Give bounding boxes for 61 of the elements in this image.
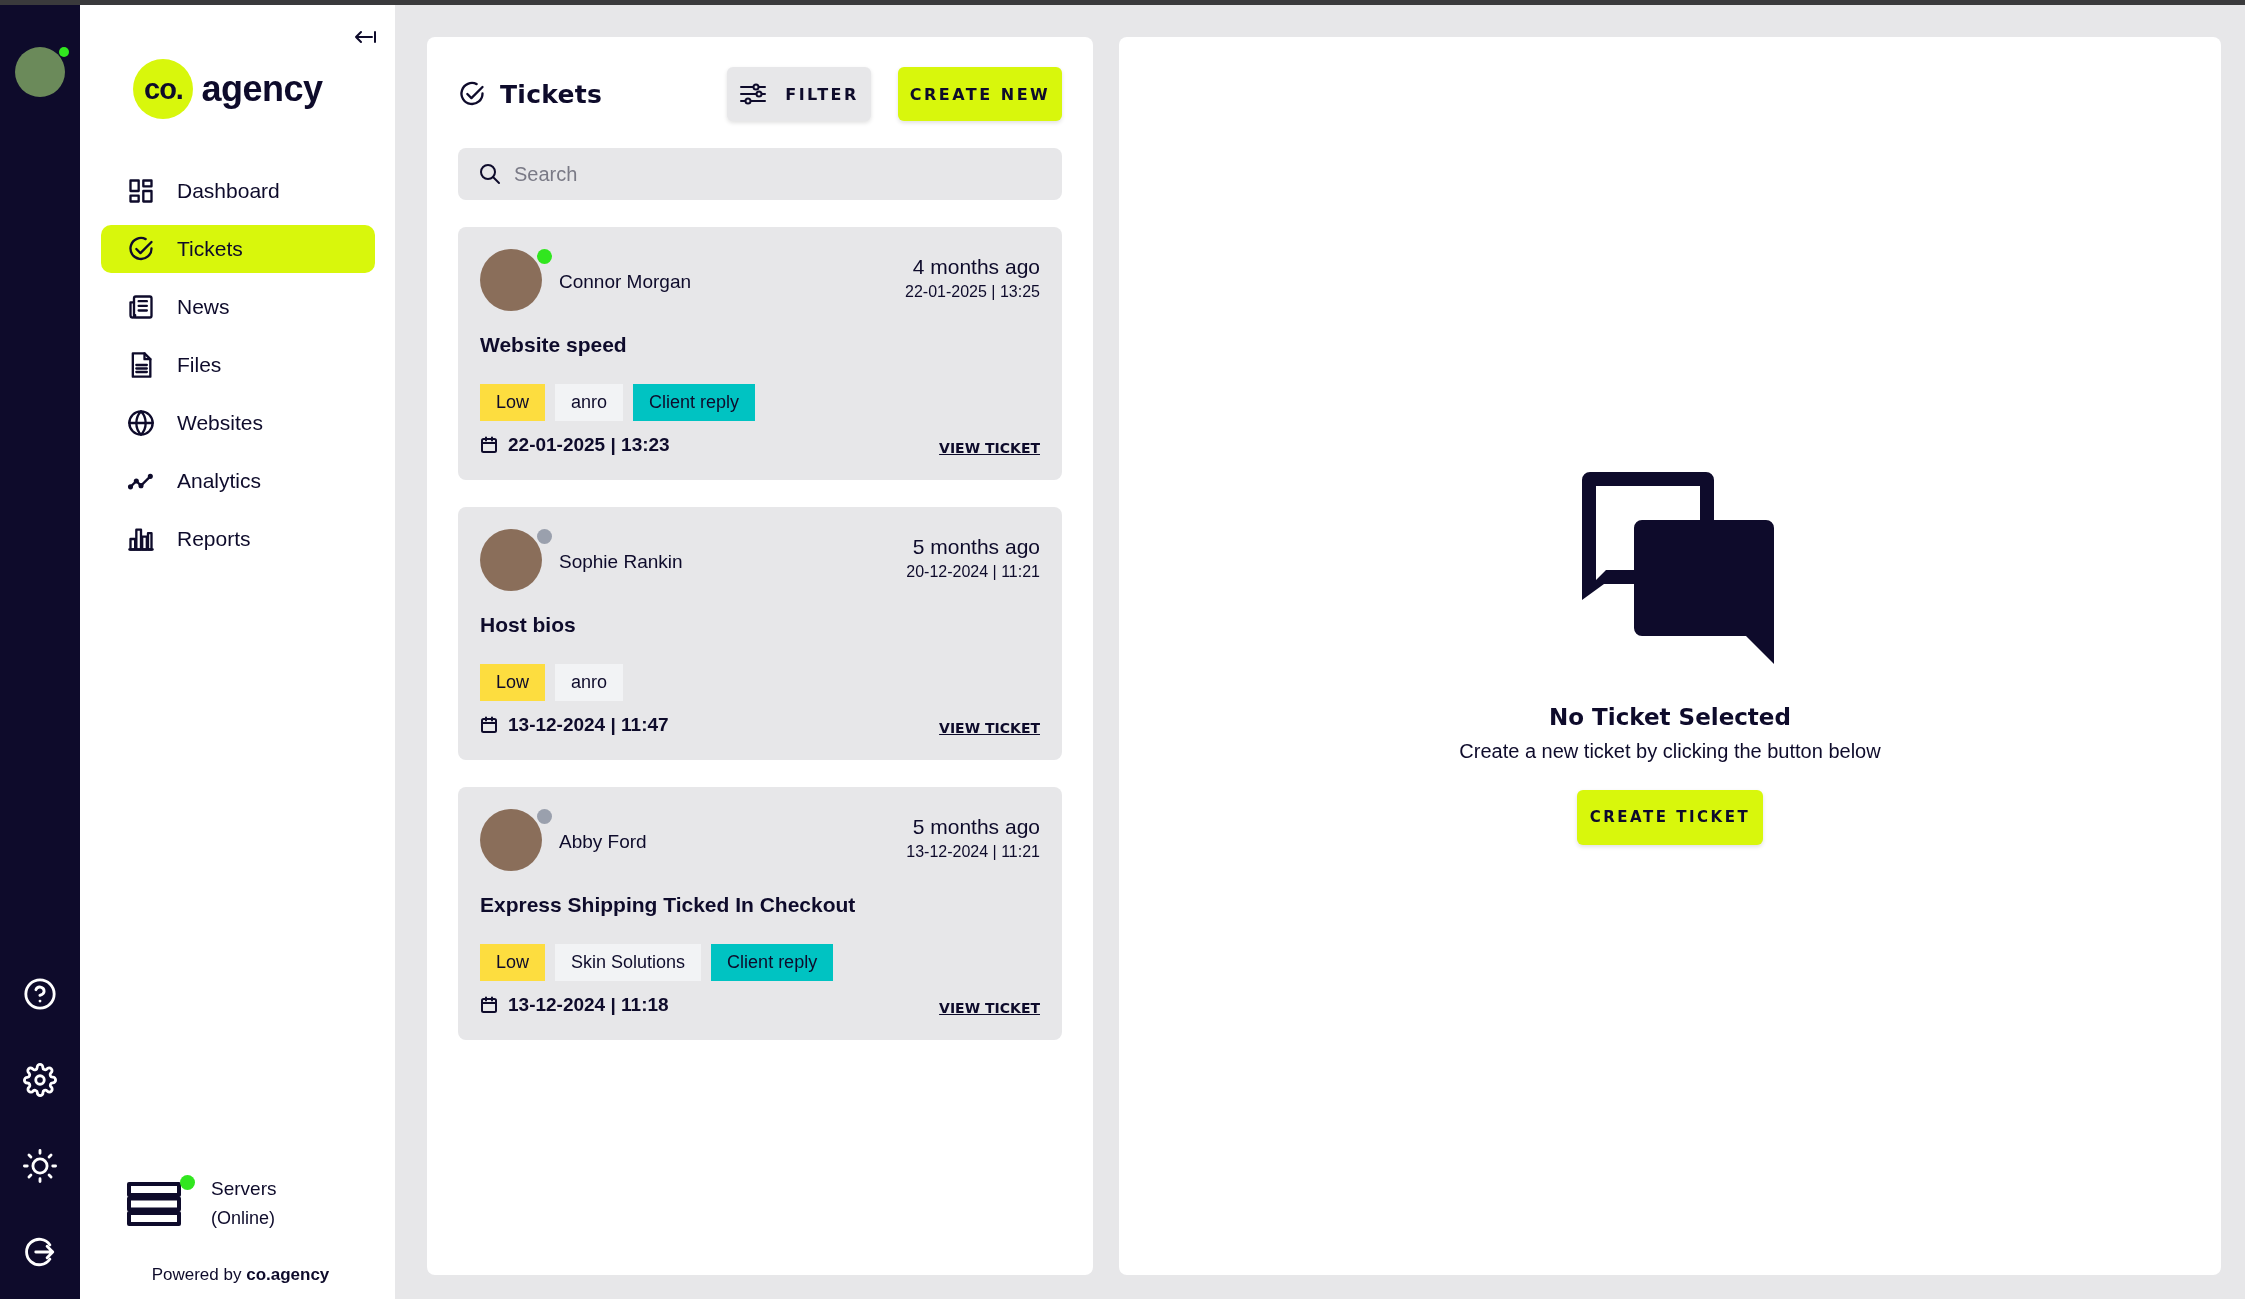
- logo-mark: co.: [133, 59, 194, 119]
- server-label: Servers: [211, 1178, 277, 1200]
- tag: Low: [480, 944, 546, 981]
- user-name: Sophie Rankin: [559, 551, 684, 573]
- tag: Low: [480, 384, 546, 421]
- collapse-arrow-icon[interactable]: [353, 29, 377, 45]
- tag: anro: [555, 384, 624, 421]
- calendar-icon: [480, 436, 498, 454]
- globe-icon: [127, 409, 155, 437]
- empty-state-message: Create a new ticket by clicking the button below: [1459, 739, 1881, 763]
- tag: Client reply: [711, 944, 834, 981]
- nav-item[interactable]: Files: [101, 341, 375, 389]
- relative-time: 4 months ago: [911, 255, 1040, 279]
- server-stack-icon: [127, 1181, 181, 1226]
- ticket-date: 22-01-2025 | 13:23: [508, 434, 671, 456]
- calendar-icon: [480, 996, 498, 1014]
- relative-time: 5 months ago: [911, 815, 1040, 839]
- powered-by-text: Powered by co.agency: [150, 1265, 331, 1285]
- create-ticket-button[interactable]: CREATE TICKET: [1577, 789, 1763, 845]
- ticket-title: Website speed: [480, 333, 628, 357]
- relative-time: 5 months ago: [911, 535, 1040, 559]
- avatar-photo-placeholder[interactable]: [15, 47, 65, 97]
- create-new-button[interactable]: CREATE NEW: [898, 67, 1062, 121]
- nav-item[interactable]: Tickets: [101, 225, 375, 273]
- filter-button[interactable]: FILTER: [727, 67, 871, 121]
- server-status: (Online): [211, 1208, 277, 1229]
- check-circle-icon: [127, 235, 155, 263]
- newspaper-icon: [127, 293, 155, 321]
- timestamp: 20-12-2024 | 11:21: [906, 563, 1040, 581]
- grid-icon: [127, 177, 155, 205]
- timestamp: 13-12-2024 | 11:21: [906, 843, 1040, 861]
- tag: Skin Solutions: [555, 944, 702, 981]
- nav-item[interactable]: Dashboard: [101, 167, 375, 215]
- nav-item[interactable]: Websites: [101, 399, 375, 447]
- ticket-title: Host bios: [480, 613, 577, 637]
- calendar-icon: [480, 716, 498, 734]
- nav-item[interactable]: News: [101, 283, 375, 331]
- view-ticket-link[interactable]: VIEW TICKET: [939, 440, 1040, 456]
- empty-state-title: No Ticket Selected: [1549, 703, 1791, 730]
- sun-icon[interactable]: [23, 1149, 57, 1183]
- ticket-date: 13-12-2024 | 11:18: [508, 994, 670, 1016]
- nav-item[interactable]: Analytics: [101, 457, 375, 505]
- view-ticket-link[interactable]: VIEW TICKET: [939, 720, 1040, 736]
- logo-wordmark: agency: [201, 68, 323, 110]
- search-field[interactable]: Search: [458, 148, 1062, 200]
- panel-title: Tickets: [500, 79, 603, 109]
- logout-icon[interactable]: [23, 1235, 57, 1269]
- ticket-title: Express Shipping Ticked In Checkout: [480, 893, 857, 917]
- check-circle-icon: [458, 80, 486, 108]
- view-ticket-link[interactable]: VIEW TICKET: [939, 1000, 1040, 1016]
- user-name: Abby Ford: [559, 831, 648, 853]
- timestamp: 22-01-2025 | 13:25: [905, 283, 1040, 301]
- nav-item[interactable]: Reports: [101, 515, 375, 563]
- tag: anro: [555, 664, 624, 701]
- settings-icon[interactable]: [23, 1063, 57, 1097]
- tag: Low: [480, 664, 546, 701]
- ticket-date: 13-12-2024 | 11:47: [508, 714, 670, 736]
- help-icon[interactable]: [23, 977, 57, 1011]
- sliders-icon: [739, 83, 768, 105]
- tag: Client reply: [633, 384, 756, 421]
- user-name: Connor Morgan: [559, 271, 693, 293]
